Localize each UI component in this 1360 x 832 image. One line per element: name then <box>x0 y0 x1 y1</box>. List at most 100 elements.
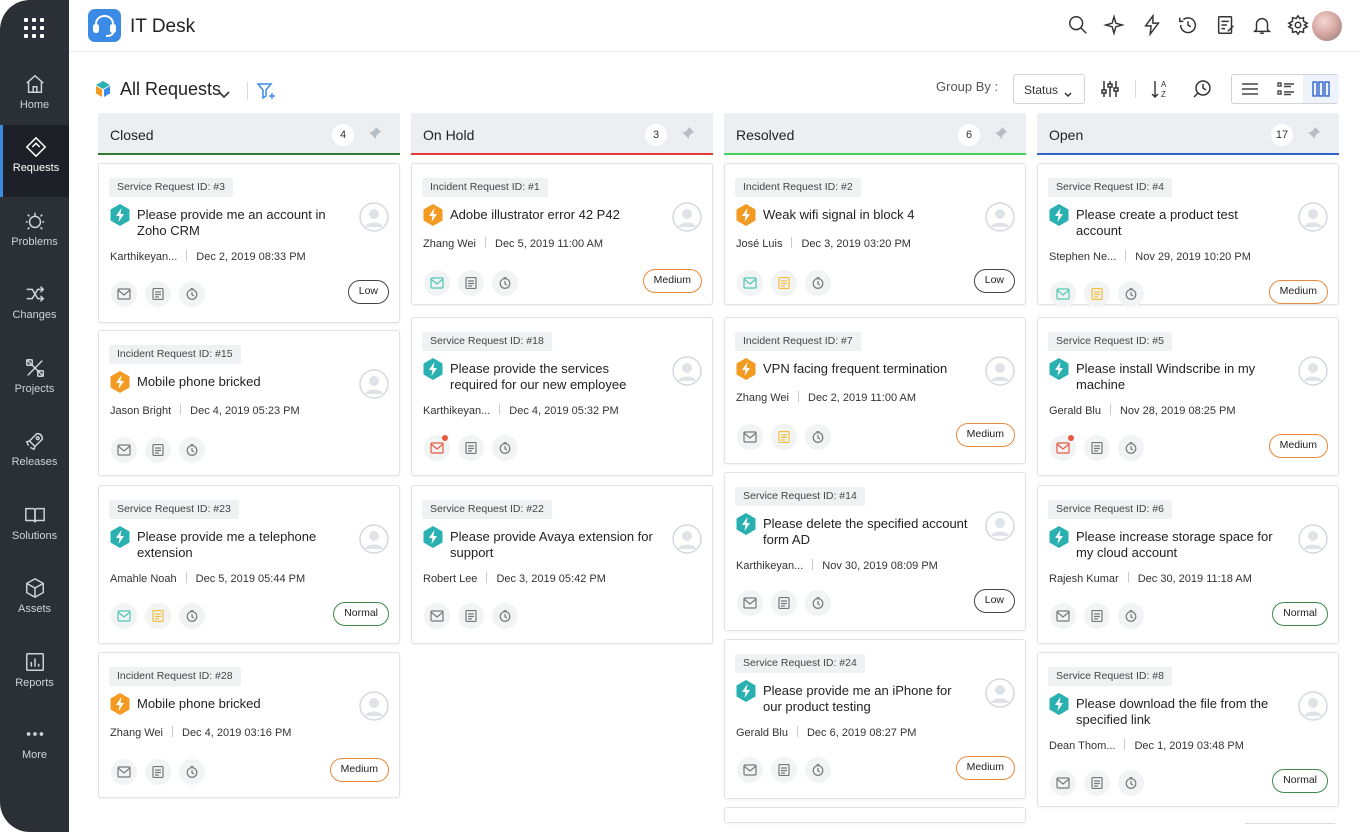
request-card[interactable] <box>724 807 1026 823</box>
timer-icon[interactable] <box>805 424 831 450</box>
timer-icon[interactable] <box>492 435 518 461</box>
request-subject[interactable]: Mobile phone bricked <box>137 696 347 712</box>
mail-icon[interactable] <box>1050 435 1076 461</box>
request-subject[interactable]: Please provide Avaya extension for suppo… <box>450 529 660 561</box>
sidebar-item-releases[interactable]: Releases <box>0 419 69 491</box>
notes-icon[interactable] <box>145 603 171 629</box>
request-card[interactable]: Service Request ID: #22 Please provide A… <box>411 485 713 644</box>
timer-icon[interactable] <box>179 759 205 785</box>
requester-name[interactable]: Karthikeyan... <box>110 251 177 263</box>
list-view-button[interactable] <box>1232 75 1268 103</box>
sidebar-item-home[interactable]: Home <box>0 62 69 134</box>
timer-icon[interactable] <box>1118 435 1144 461</box>
request-subject[interactable]: Please delete the specified account form… <box>763 516 973 548</box>
timer-icon[interactable] <box>179 603 205 629</box>
sidebar-item-solutions[interactable]: Solutions <box>0 493 69 565</box>
notes-icon[interactable] <box>771 757 797 783</box>
requester-name[interactable]: Dean Thom... <box>1049 740 1115 752</box>
notes-icon[interactable] <box>145 759 171 785</box>
bell-icon[interactable] <box>1251 14 1275 38</box>
requester-name[interactable]: Gerald Blu <box>1049 405 1101 417</box>
requester-avatar[interactable] <box>985 678 1015 708</box>
notes-icon[interactable] <box>771 270 797 296</box>
sort-az-icon[interactable]: AZ <box>1150 78 1172 100</box>
request-subject[interactable]: Please download the file from the specif… <box>1076 696 1286 728</box>
request-subject[interactable]: Please install Windscribe in my machine <box>1076 361 1286 393</box>
request-card[interactable]: Incident Request ID: #2 Weak wifi signal… <box>724 163 1026 305</box>
mail-icon[interactable] <box>111 437 137 463</box>
request-card[interactable]: Service Request ID: #5 Please install Wi… <box>1037 317 1339 476</box>
mail-icon[interactable] <box>111 281 137 307</box>
mail-icon[interactable] <box>737 590 763 616</box>
sidebar-item-problems[interactable]: Problems <box>0 199 69 271</box>
timer-icon[interactable] <box>805 270 831 296</box>
request-card[interactable]: Incident Request ID: #28 Mobile phone br… <box>98 652 400 798</box>
notes-icon[interactable] <box>771 590 797 616</box>
requester-name[interactable]: Stephen Ne... <box>1049 251 1116 263</box>
search-icon[interactable] <box>1067 14 1091 38</box>
ai-sparkle-icon[interactable] <box>1103 14 1127 38</box>
chevron-down-icon[interactable] <box>218 86 230 99</box>
sidebar-item-reports[interactable]: Reports <box>0 640 69 712</box>
request-subject[interactable]: VPN facing frequent termination <box>763 361 973 377</box>
requester-name[interactable]: José Luis <box>736 238 782 250</box>
request-card[interactable]: Service Request ID: #6 Please increase s… <box>1037 485 1339 644</box>
history-icon[interactable] <box>1177 14 1201 38</box>
timer-icon[interactable] <box>1118 281 1144 307</box>
mail-icon[interactable] <box>737 757 763 783</box>
notes-icon[interactable] <box>1084 603 1110 629</box>
kanban-view-button[interactable] <box>1303 75 1339 103</box>
timer-icon[interactable] <box>179 281 205 307</box>
request-card[interactable]: Incident Request ID: #15 Mobile phone br… <box>98 330 400 476</box>
mail-icon[interactable] <box>424 435 450 461</box>
requester-name[interactable]: Karthikeyan... <box>423 405 490 417</box>
requester-avatar[interactable] <box>672 356 702 386</box>
requester-avatar[interactable] <box>359 691 389 721</box>
request-card[interactable]: Service Request ID: #3 Please provide me… <box>98 163 400 323</box>
column-settings-icon[interactable] <box>1099 78 1121 100</box>
requester-avatar[interactable] <box>1298 356 1328 386</box>
sidebar-item-changes[interactable]: Changes <box>0 272 69 344</box>
request-subject[interactable]: Please create a product test account <box>1076 207 1286 239</box>
requester-name[interactable]: Zhang Wei <box>736 392 789 404</box>
request-subject[interactable]: Weak wifi signal in block 4 <box>763 207 973 223</box>
requester-avatar[interactable] <box>1298 691 1328 721</box>
sla-timer-icon[interactable] <box>1191 78 1213 100</box>
requester-name[interactable]: Robert Lee <box>423 573 477 585</box>
notes-icon[interactable] <box>1084 770 1110 796</box>
timer-icon[interactable] <box>492 603 518 629</box>
requester-avatar[interactable] <box>359 524 389 554</box>
timer-icon[interactable] <box>1118 770 1144 796</box>
notes-icon[interactable] <box>145 437 171 463</box>
notes-icon[interactable] <box>145 281 171 307</box>
mail-icon[interactable] <box>111 759 137 785</box>
gear-icon[interactable] <box>1287 14 1311 38</box>
app-grid-icon[interactable] <box>22 16 46 40</box>
mail-icon[interactable] <box>424 270 450 296</box>
group-by-select[interactable]: Status <box>1013 74 1085 104</box>
mail-icon[interactable] <box>737 270 763 296</box>
request-card[interactable]: Service Request ID: #18 Please provide t… <box>411 317 713 476</box>
requester-name[interactable]: Zhang Wei <box>110 727 163 739</box>
request-card[interactable]: Incident Request ID: #1 Adobe illustrato… <box>411 163 713 305</box>
pin-icon[interactable] <box>681 126 695 140</box>
lightning-icon[interactable] <box>1141 13 1165 38</box>
view-selector[interactable]: All Requests <box>120 79 221 100</box>
add-filter-icon[interactable] <box>256 81 276 101</box>
requester-name[interactable]: Gerald Blu <box>736 727 788 739</box>
mail-icon[interactable] <box>1050 770 1076 796</box>
request-subject[interactable]: Please provide me a telephone extension <box>137 529 347 561</box>
notes-icon[interactable] <box>458 270 484 296</box>
mail-icon[interactable] <box>1050 281 1076 307</box>
sidebar-item-requests[interactable]: Requests <box>0 125 69 197</box>
notes-icon[interactable] <box>1084 435 1110 461</box>
notes-icon[interactable] <box>771 424 797 450</box>
requester-avatar[interactable] <box>985 356 1015 386</box>
request-card[interactable]: Incident Request ID: #7 VPN facing frequ… <box>724 317 1026 464</box>
requester-avatar[interactable] <box>359 369 389 399</box>
requester-avatar[interactable] <box>1298 524 1328 554</box>
request-card[interactable]: Service Request ID: #14 Please delete th… <box>724 472 1026 631</box>
requester-avatar[interactable] <box>672 202 702 232</box>
it-desk-logo-icon[interactable] <box>88 9 121 42</box>
request-subject[interactable]: Adobe illustrator error 42 P42 <box>450 207 660 223</box>
